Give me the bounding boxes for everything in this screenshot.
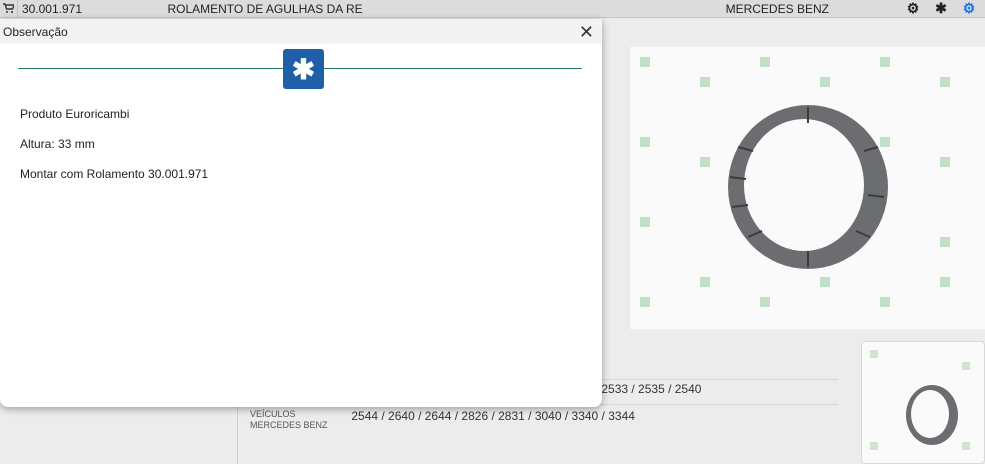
observation-line: Altura: 33 mm [20, 137, 95, 151]
details-label: VEÍCULOS MERCEDES BENZ [250, 409, 328, 430]
observation-line: Produto Euroricambi [20, 107, 130, 121]
cart-icon[interactable] [0, 0, 18, 18]
settings-icon[interactable]: ⚙ [961, 0, 977, 17]
asterisk-icon: ✱ [283, 49, 324, 89]
toolbar-icons: ⚙ ✱ ⚙ [905, 0, 985, 17]
modal-title: Observação [3, 24, 68, 39]
asterisk-icon[interactable]: ✱ [933, 0, 949, 17]
modal-header: Observação ✕ [0, 19, 602, 44]
modal-divider: ✱ [18, 49, 582, 91]
observation-line: Montar com Rolamento 30.001.971 [20, 167, 209, 181]
product-image[interactable] [630, 47, 985, 329]
thumbnail-bearing [870, 350, 970, 450]
gear-icon[interactable]: ⚙ [905, 0, 921, 17]
thumbnail-image[interactable] [861, 341, 985, 464]
product-code: 30.001.971 [21, 1, 82, 16]
close-icon[interactable]: ✕ [579, 23, 594, 41]
top-bar: 30.001.971 ROLAMENTO DE AGULHAS DA RE ME… [0, 0, 985, 18]
watermark-pattern [640, 57, 950, 307]
details-values: 2533 / 2535 / 2540 [601, 382, 702, 396]
product-brand: MERCEDES BENZ [725, 1, 829, 16]
modal-body: Produto Euroricambi Altura: 33 mm Montar… [20, 107, 208, 197]
product-description: ROLAMENTO DE AGULHAS DA RE [167, 1, 363, 16]
observation-modal: Observação ✕ ✱ Produto Euroricambi Altur… [0, 19, 602, 407]
details-values: 2544 / 2640 / 2644 / 2826 / 2831 / 3040 … [351, 409, 635, 423]
details-row: VEÍCULOS MERCEDES BENZ 2544 / 2640 / 264… [238, 404, 838, 431]
